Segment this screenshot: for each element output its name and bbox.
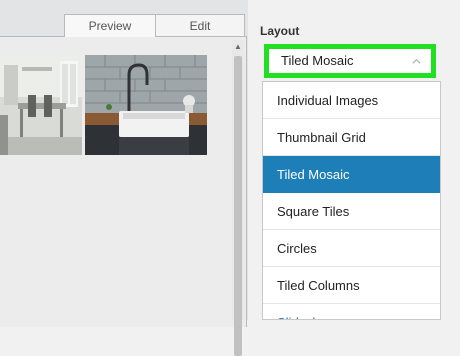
tab-edit[interactable]: Edit — [155, 14, 245, 36]
layout-heading: Layout — [260, 24, 300, 38]
layout-option-slideshow[interactable]: Slideshow — [263, 304, 440, 319]
layout-option-circles[interactable]: Circles — [263, 230, 440, 267]
layout-option-individual-images[interactable]: Individual Images — [263, 82, 440, 119]
editor-scrollbar[interactable]: ▲ — [232, 40, 244, 356]
tab-preview[interactable]: Preview — [64, 14, 156, 37]
layout-panel: Layout Tiled Mosaic Individual Images Th… — [248, 0, 460, 320]
layout-dropdown-list: Individual Images Thumbnail Grid Tiled M… — [262, 81, 441, 320]
layout-option-tiled-columns[interactable]: Tiled Columns — [263, 267, 440, 304]
layout-option-square-tiles[interactable]: Square Tiles — [263, 193, 440, 230]
gallery-image-dining-room[interactable] — [0, 55, 82, 155]
scroll-up-arrow-icon[interactable]: ▲ — [232, 40, 244, 54]
editor-tabs: Preview Edit — [64, 14, 245, 37]
gallery-image-kitchen-sink[interactable] — [85, 55, 207, 155]
layout-select-value: Tiled Mosaic — [281, 53, 354, 68]
scroll-thumb[interactable] — [234, 56, 242, 356]
layout-option-thumbnail-grid[interactable]: Thumbnail Grid — [263, 119, 440, 156]
chevron-up-icon — [412, 58, 421, 64]
layout-option-tiled-mosaic[interactable]: Tiled Mosaic — [263, 156, 440, 193]
layout-select[interactable]: Tiled Mosaic — [264, 44, 436, 78]
